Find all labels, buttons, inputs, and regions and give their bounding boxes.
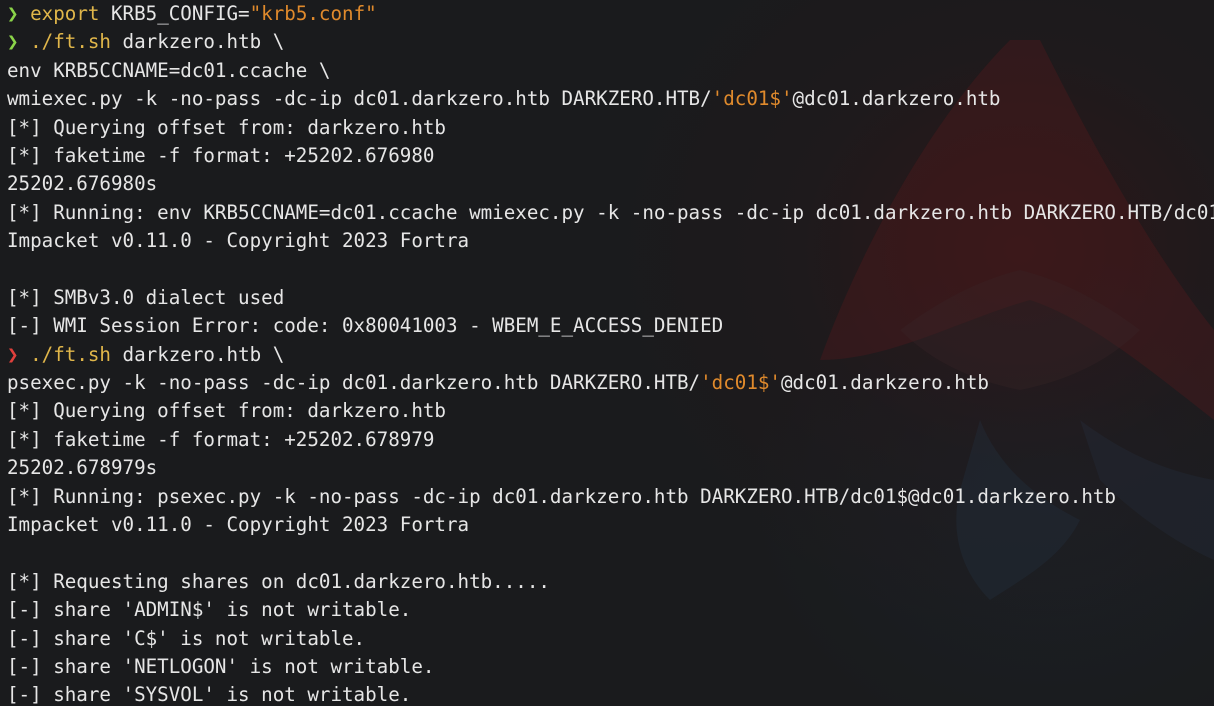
output-line: [*] Requesting shares on dc01.darkzero.h…	[7, 568, 1214, 596]
line-text: [*] SMBv3.0 dialect used	[7, 285, 285, 309]
output-line: [-] share 'SYSVOL' is not writable.	[7, 681, 1214, 706]
output-line: [-] share 'ADMIN$' is not writable.	[7, 596, 1214, 624]
output-line: Impacket v0.11.0 - Copyright 2023 Fortra	[7, 227, 1214, 255]
line-text: [*] Running: env KRB5CCNAME=dc01.ccache …	[7, 200, 1214, 224]
line-text: [-] share 'ADMIN$' is not writable.	[7, 598, 412, 622]
line-text-tail: @dc01.darkzero.htb	[792, 87, 1001, 111]
line-text: [-] share 'SYSVOL' is not writable.	[7, 683, 412, 706]
prompt-line: ❯ ./ft.sh darkzero.htb \	[7, 28, 1214, 56]
line-text: darkzero.htb \	[111, 30, 285, 54]
line-text: [*] Querying offset from: darkzero.htb	[7, 399, 446, 423]
line-text: [-] share 'C$' is not writable.	[7, 626, 366, 650]
line-text: [*] Querying offset from: darkzero.htb	[7, 115, 446, 139]
line-text: [*] Running: psexec.py -k -no-pass -dc-i…	[7, 484, 1116, 508]
line-text: darkzero.htb \	[111, 342, 285, 366]
line-text: [*] Requesting shares on dc01.darkzero.h…	[7, 569, 550, 593]
output-line: 25202.678979s	[7, 454, 1214, 482]
output-line: [*] SMBv3.0 dialect used	[7, 284, 1214, 312]
output-line: Impacket v0.11.0 - Copyright 2023 Fortra	[7, 511, 1214, 539]
line-text: [*] faketime -f format: +25202.678979	[7, 427, 435, 451]
prompt-success-icon: ❯	[7, 30, 19, 54]
output-line: env KRB5CCNAME=dc01.ccache \	[7, 57, 1214, 85]
string-literal: "krb5.conf"	[249, 2, 377, 25]
output-line: [*] faketime -f format: +25202.676980	[7, 142, 1214, 170]
line-text: Impacket v0.11.0 - Copyright 2023 Fortra	[7, 229, 470, 253]
prompt-success-icon: ❯	[7, 2, 19, 25]
output-line: [*] Querying offset from: darkzero.htb	[7, 114, 1214, 142]
terminal-window[interactable]: ❯ export KRB5_CONFIG="krb5.conf" ❯ ./ft.s…	[0, 0, 1214, 706]
line-text: KRB5_CONFIG=	[99, 2, 250, 25]
line-text: psexec.py -k -no-pass -dc-ip dc01.darkze…	[7, 371, 701, 395]
output-line: [-] share 'NETLOGON' is not writable.	[7, 653, 1214, 681]
output-line: psexec.py -k -no-pass -dc-ip dc01.darkze…	[7, 369, 1214, 397]
output-line: [*] Querying offset from: darkzero.htb	[7, 397, 1214, 425]
output-line: [-] share 'C$' is not writable.	[7, 625, 1214, 653]
line-text: env KRB5CCNAME=dc01.ccache \	[7, 58, 331, 82]
command-name: ./ft.sh	[30, 30, 111, 54]
output-line: [*] Running: psexec.py -k -no-pass -dc-i…	[7, 483, 1214, 511]
command-name: ./ft.sh	[30, 342, 111, 366]
command-name: export	[30, 2, 100, 25]
output-line: [-] WMI Session Error: code: 0x80041003 …	[7, 312, 1214, 340]
string-literal: 'dc01$'	[700, 371, 781, 395]
line-text: Impacket v0.11.0 - Copyright 2023 Fortra	[7, 513, 470, 537]
output-line: [*] Running: env KRB5CCNAME=dc01.ccache …	[7, 199, 1214, 227]
output-line: [*] faketime -f format: +25202.678979	[7, 426, 1214, 454]
line-text: 25202.678979s	[7, 456, 158, 480]
string-literal: 'dc01$'	[711, 87, 793, 111]
line-text: [-] share 'NETLOGON' is not writable.	[7, 654, 435, 678]
line-text: [-] WMI Session Error: code: 0x80041003 …	[7, 314, 724, 338]
line-text: 25202.676980s	[7, 172, 158, 196]
line-text: wmiexec.py -k -no-pass -dc-ip dc01.darkz…	[7, 87, 712, 111]
output-line: wmiexec.py -k -no-pass -dc-ip dc01.darkz…	[7, 85, 1214, 113]
line-text: [*] faketime -f format: +25202.676980	[7, 143, 435, 167]
terminal-output[interactable]: ❯ export KRB5_CONFIG="krb5.conf" ❯ ./ft.s…	[7, 0, 1214, 706]
line-text-tail: @dc01.darkzero.htb	[781, 371, 989, 395]
prompt-line: ❯ export KRB5_CONFIG="krb5.conf"	[7, 0, 1214, 28]
prompt-line: ❯ ./ft.sh darkzero.htb \	[7, 341, 1214, 369]
prompt-error-icon: ❯	[7, 342, 19, 366]
output-line: 25202.676980s	[7, 170, 1214, 198]
